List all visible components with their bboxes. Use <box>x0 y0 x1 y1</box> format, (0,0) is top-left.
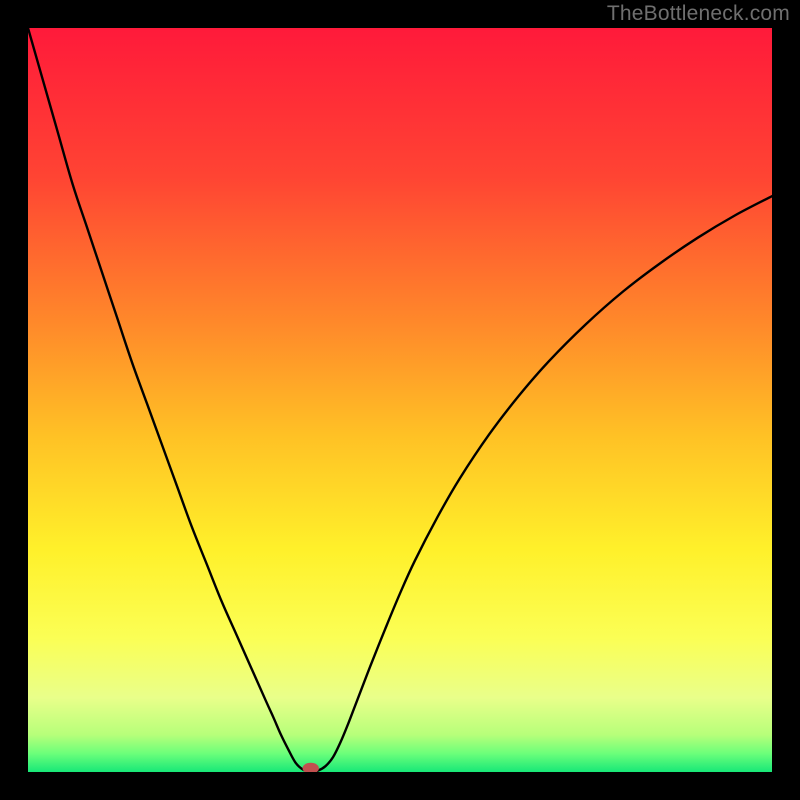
watermark-label: TheBottleneck.com <box>607 2 790 26</box>
chart-svg <box>28 28 772 772</box>
chart-frame: TheBottleneck.com <box>0 0 800 800</box>
gradient-background <box>28 28 772 772</box>
plot-area <box>28 28 772 772</box>
